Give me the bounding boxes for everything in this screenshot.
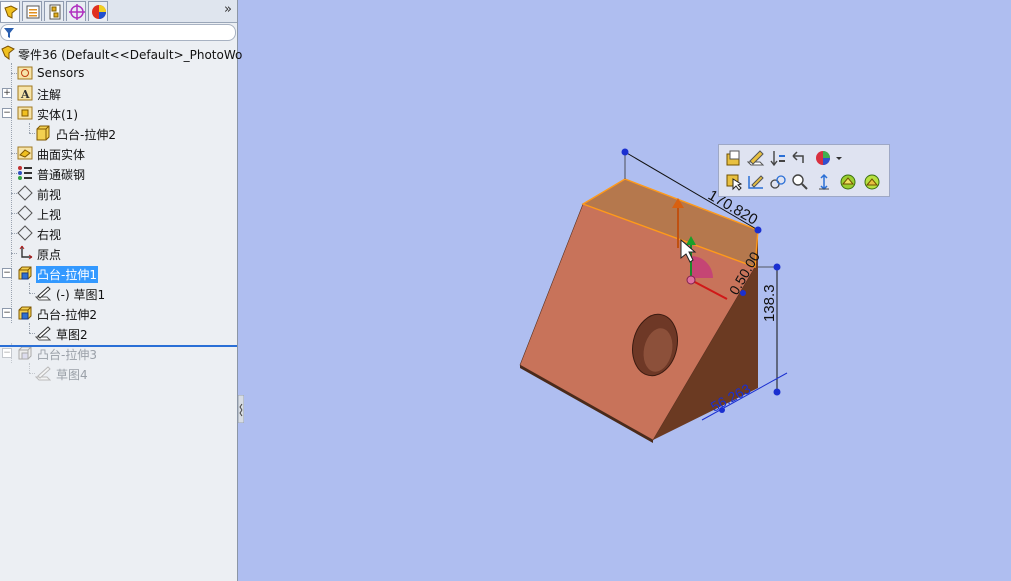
- view-orientation-icon[interactable]: [769, 173, 787, 191]
- dimension-handle[interactable]: [773, 263, 781, 271]
- sketch-edit-icon[interactable]: [747, 173, 765, 191]
- dimension-label-d3[interactable]: 138.3: [761, 284, 778, 322]
- triad-origin-ball[interactable]: [686, 275, 696, 285]
- rollback-arrow-icon[interactable]: [769, 149, 787, 167]
- show-body-icon[interactable]: [863, 173, 881, 191]
- select-other-icon[interactable]: [725, 173, 743, 191]
- dimension-handle[interactable]: [740, 290, 746, 296]
- context-toolbar: [718, 144, 890, 197]
- dimension-handle[interactable]: [773, 388, 781, 396]
- edit-feature-icon[interactable]: [725, 149, 743, 167]
- normal-to-icon[interactable]: [815, 173, 833, 191]
- hide-show-body-icon[interactable]: [839, 173, 857, 191]
- chevron-down-icon[interactable]: [835, 156, 843, 162]
- model-graphics: 170.820 138.3 0.50.00 56.263: [519, 148, 788, 443]
- zoom-icon[interactable]: [791, 173, 809, 191]
- dimension-handle[interactable]: [754, 226, 762, 234]
- undo-parent-icon[interactable]: [791, 149, 809, 167]
- edit-sketch-icon[interactable]: [747, 149, 765, 167]
- dimension-handle[interactable]: [621, 148, 629, 156]
- appearance-ball-icon[interactable]: [815, 149, 833, 167]
